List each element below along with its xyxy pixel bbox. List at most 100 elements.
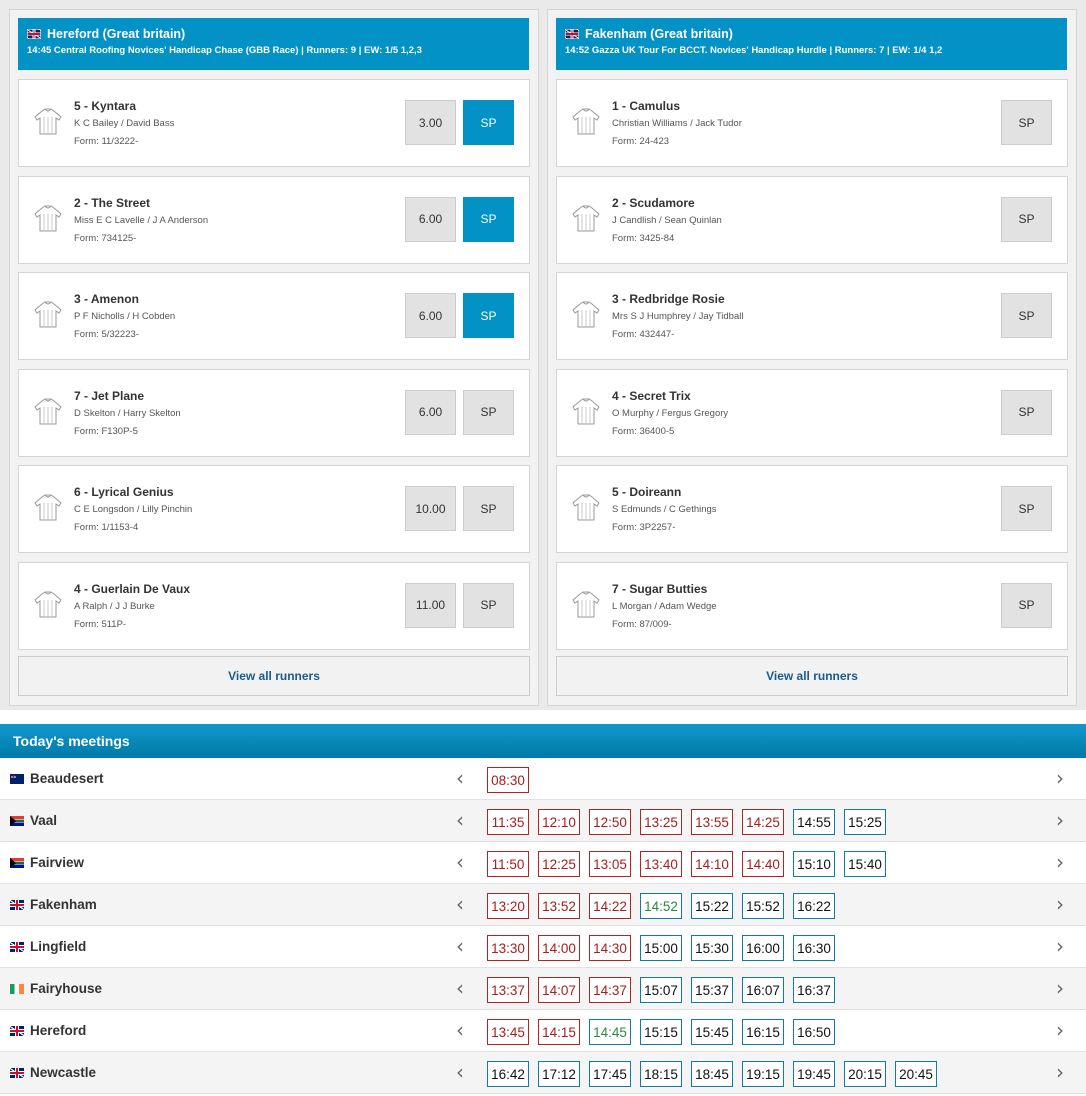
- race-time-button[interactable]: 20:45: [895, 1061, 937, 1087]
- race-time-button[interactable]: 18:45: [691, 1061, 733, 1087]
- race-time-button[interactable]: 13:37: [487, 977, 529, 1003]
- meeting-name[interactable]: Newcastle: [10, 1065, 96, 1080]
- price-button[interactable]: 6.00: [405, 389, 456, 435]
- sp-button[interactable]: SP: [463, 196, 514, 242]
- race-time-button[interactable]: 19:45: [793, 1061, 835, 1087]
- sp-button[interactable]: SP: [463, 486, 514, 531]
- race-time-button[interactable]: 16:07: [742, 977, 784, 1003]
- race-time-button[interactable]: 14:07: [538, 977, 580, 1003]
- race-time-button[interactable]: 14:52: [640, 893, 682, 919]
- race-time-button[interactable]: 15:52: [742, 893, 784, 919]
- meeting-name[interactable]: Fairview: [10, 855, 84, 870]
- race-header[interactable]: Fakenham (Great britain) 14:52 Gazza UK …: [556, 18, 1067, 70]
- sp-button[interactable]: SP: [1001, 389, 1052, 435]
- meeting-name[interactable]: Fakenham: [10, 897, 97, 912]
- race-time-button[interactable]: 14:30: [589, 935, 631, 961]
- chevron-left-icon[interactable]: ‹: [453, 1020, 467, 1040]
- view-all-runners-button[interactable]: View all runners: [18, 656, 530, 696]
- race-time-button[interactable]: 16:42: [487, 1061, 529, 1087]
- chevron-left-icon[interactable]: ‹: [453, 1062, 467, 1082]
- race-time-button[interactable]: 13:52: [538, 893, 580, 919]
- race-time-button[interactable]: 15:00: [640, 935, 682, 961]
- race-time-button[interactable]: 13:25: [640, 809, 682, 835]
- race-time-button[interactable]: 13:05: [589, 851, 631, 877]
- chevron-right-icon[interactable]: ›: [1053, 768, 1067, 788]
- race-time-button[interactable]: 15:10: [793, 851, 835, 877]
- meeting-name[interactable]: Vaal: [10, 813, 57, 828]
- price-button[interactable]: 3.00: [405, 100, 456, 145]
- chevron-right-icon[interactable]: ›: [1053, 852, 1067, 872]
- race-time-button[interactable]: 16:15: [742, 1019, 784, 1045]
- sp-button[interactable]: SP: [463, 582, 514, 628]
- race-time-button[interactable]: 14:10: [691, 851, 733, 877]
- view-all-runners-button[interactable]: View all runners: [556, 656, 1068, 696]
- meeting-name[interactable]: Fairyhouse: [10, 981, 102, 996]
- price-button[interactable]: 6.00: [405, 196, 456, 242]
- race-time-button[interactable]: 13:45: [487, 1019, 529, 1045]
- race-time-button[interactable]: 14:37: [589, 977, 631, 1003]
- race-time-button[interactable]: 14:15: [538, 1019, 580, 1045]
- chevron-left-icon[interactable]: ‹: [453, 936, 467, 956]
- race-time-button[interactable]: 11:50: [487, 851, 529, 877]
- meeting-name[interactable]: Lingfield: [10, 939, 86, 954]
- sp-button[interactable]: SP: [1001, 100, 1052, 145]
- price-button[interactable]: 11.00: [405, 582, 456, 628]
- race-time-button[interactable]: 14:00: [538, 935, 580, 961]
- race-time-button[interactable]: 15:25: [844, 809, 886, 835]
- race-time-button[interactable]: 14:55: [793, 809, 835, 835]
- price-button[interactable]: 10.00: [405, 486, 456, 531]
- race-time-button[interactable]: 15:15: [640, 1019, 682, 1045]
- sp-button[interactable]: SP: [463, 293, 514, 338]
- race-time-button[interactable]: 19:15: [742, 1061, 784, 1087]
- race-time-button[interactable]: 16:22: [793, 893, 835, 919]
- race-time-button[interactable]: 20:15: [844, 1061, 886, 1087]
- race-time-button[interactable]: 15:40: [844, 851, 886, 877]
- race-time-button[interactable]: 16:37: [793, 977, 835, 1003]
- race-time-button[interactable]: 16:50: [793, 1019, 835, 1045]
- chevron-right-icon[interactable]: ›: [1053, 894, 1067, 914]
- meeting-name[interactable]: Hereford: [10, 1023, 86, 1038]
- race-time-button[interactable]: 12:50: [589, 809, 631, 835]
- race-time-button[interactable]: 15:22: [691, 893, 733, 919]
- sp-button[interactable]: SP: [1001, 293, 1052, 338]
- sp-button[interactable]: SP: [1001, 486, 1052, 531]
- race-time-button[interactable]: 13:55: [691, 809, 733, 835]
- race-time-button[interactable]: 15:30: [691, 935, 733, 961]
- sp-button[interactable]: SP: [1001, 196, 1052, 242]
- race-time-button[interactable]: 13:40: [640, 851, 682, 877]
- race-time-button[interactable]: 14:22: [589, 893, 631, 919]
- race-time-button[interactable]: 17:45: [589, 1061, 631, 1087]
- chevron-left-icon[interactable]: ‹: [453, 978, 467, 998]
- chevron-right-icon[interactable]: ›: [1053, 810, 1067, 830]
- race-time-button[interactable]: 17:12: [538, 1061, 580, 1087]
- race-time-button[interactable]: 16:00: [742, 935, 784, 961]
- race-time-button[interactable]: 14:25: [742, 809, 784, 835]
- sp-button[interactable]: SP: [1001, 582, 1052, 628]
- chevron-right-icon[interactable]: ›: [1053, 1062, 1067, 1082]
- race-time-button[interactable]: 12:25: [538, 851, 580, 877]
- meeting-name[interactable]: Beaudesert: [10, 771, 104, 786]
- race-time-button[interactable]: 15:37: [691, 977, 733, 1003]
- chevron-left-icon[interactable]: ‹: [453, 810, 467, 830]
- race-header[interactable]: Hereford (Great britain) 14:45 Central R…: [18, 18, 529, 70]
- chevron-left-icon[interactable]: ‹: [453, 894, 467, 914]
- chevron-left-icon[interactable]: ‹: [453, 768, 467, 788]
- race-time-button[interactable]: 14:45: [589, 1019, 631, 1045]
- sp-button[interactable]: SP: [463, 389, 514, 435]
- race-time-button[interactable]: 13:20: [487, 893, 529, 919]
- race-time-button[interactable]: 18:15: [640, 1061, 682, 1087]
- chevron-right-icon[interactable]: ›: [1053, 1020, 1067, 1040]
- race-time-button[interactable]: 11:35: [487, 809, 529, 835]
- race-time-button[interactable]: 16:30: [793, 935, 835, 961]
- sp-button[interactable]: SP: [463, 100, 514, 145]
- race-time-button[interactable]: 15:45: [691, 1019, 733, 1045]
- price-button[interactable]: 6.00: [405, 293, 456, 338]
- chevron-left-icon[interactable]: ‹: [453, 852, 467, 872]
- race-time-button[interactable]: 13:30: [487, 935, 529, 961]
- race-time-button[interactable]: 15:07: [640, 977, 682, 1003]
- chevron-right-icon[interactable]: ›: [1053, 978, 1067, 998]
- chevron-right-icon[interactable]: ›: [1053, 936, 1067, 956]
- race-time-button[interactable]: 08:30: [487, 767, 529, 793]
- race-time-button[interactable]: 14:40: [742, 851, 784, 877]
- race-time-button[interactable]: 12:10: [538, 809, 580, 835]
